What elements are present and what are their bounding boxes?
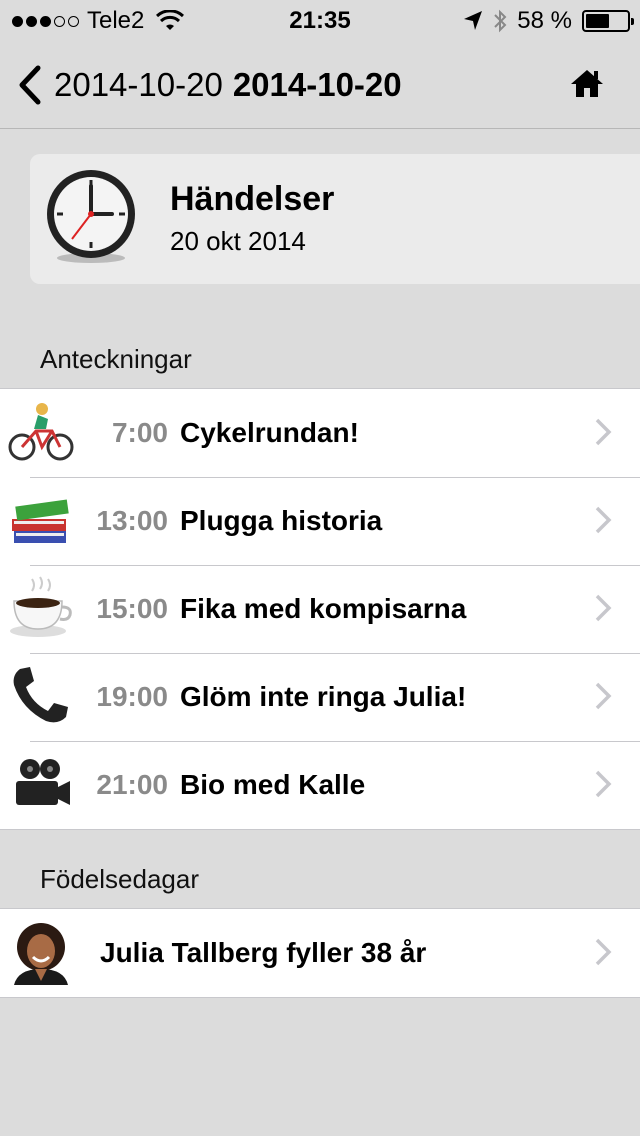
back-chevron-icon[interactable] xyxy=(14,64,46,106)
notes-section-header: Anteckningar xyxy=(40,344,192,374)
clock-icon xyxy=(47,170,135,263)
events-date: 20 okt 2014 xyxy=(170,226,306,256)
home-icon[interactable] xyxy=(570,68,604,98)
chevron-right-icon xyxy=(595,506,612,534)
chevron-right-icon xyxy=(595,594,612,622)
battery-icon xyxy=(582,10,634,32)
back-button-label[interactable]: 2014-10-20 xyxy=(54,66,223,103)
status-right: 58 % xyxy=(463,7,634,35)
cyclist-icon xyxy=(8,403,74,461)
list-item[interactable]: 19:00 Glöm inte ringa Julia! xyxy=(0,653,640,741)
note-text: Fika med kompisarna xyxy=(180,593,467,624)
battery-percentage: 58 % xyxy=(517,7,572,34)
list-item[interactable]: 7:00 Cykelrundan! xyxy=(0,389,640,477)
note-text: Plugga historia xyxy=(180,505,383,536)
list-item[interactable]: 21:00 Bio med Kalle xyxy=(0,741,640,829)
page-title: 2014-10-20 xyxy=(232,66,402,103)
avatar xyxy=(8,919,74,985)
note-text: Glöm inte ringa Julia! xyxy=(180,681,467,712)
note-text: Bio med Kalle xyxy=(180,769,366,800)
list-item[interactable]: 13:00 Plugga historia xyxy=(0,477,640,565)
nav-title-area: 2014-10-20 2014-10-20 xyxy=(54,66,402,104)
list-item[interactable]: 15:00 Fika med kompisarna xyxy=(0,565,640,653)
note-time: 7:00 xyxy=(111,417,168,448)
location-arrow-icon xyxy=(464,11,483,30)
books-icon xyxy=(12,499,69,543)
chevron-right-icon xyxy=(595,418,612,446)
bluetooth-icon xyxy=(494,9,507,33)
note-text: Cykelrundan! xyxy=(180,417,359,448)
notes-list: 7:00 Cykelrundan! 13:00 Plugga historia xyxy=(0,388,640,830)
events-header-card: Händelser 20 okt 2014 xyxy=(30,154,640,284)
note-time: 19:00 xyxy=(96,681,168,712)
movie-camera-icon xyxy=(16,759,70,805)
note-time: 13:00 xyxy=(96,505,168,536)
coffee-cup-icon xyxy=(10,576,72,637)
phone-icon xyxy=(13,667,69,723)
chevron-right-icon xyxy=(595,938,612,966)
chevron-right-icon xyxy=(595,682,612,710)
note-time: 21:00 xyxy=(96,769,168,800)
note-time: 15:00 xyxy=(96,593,168,624)
list-item[interactable]: Julia Tallberg fyller 38 år xyxy=(0,909,640,997)
battery-fill xyxy=(586,14,610,28)
birthdays-list: Julia Tallberg fyller 38 år xyxy=(0,908,640,998)
screen: Tele2 21:35 58 % 2014-10-20 2014-10-20 H… xyxy=(0,0,640,1136)
birthday-text: Julia Tallberg fyller 38 år xyxy=(100,937,427,968)
birthdays-section-header: Födelsedagar xyxy=(40,864,199,894)
navigation-bar: 2014-10-20 2014-10-20 xyxy=(0,40,640,129)
status-bar: Tele2 21:35 58 % xyxy=(0,0,640,40)
events-title: Händelser xyxy=(170,180,335,218)
chevron-right-icon xyxy=(595,770,612,798)
